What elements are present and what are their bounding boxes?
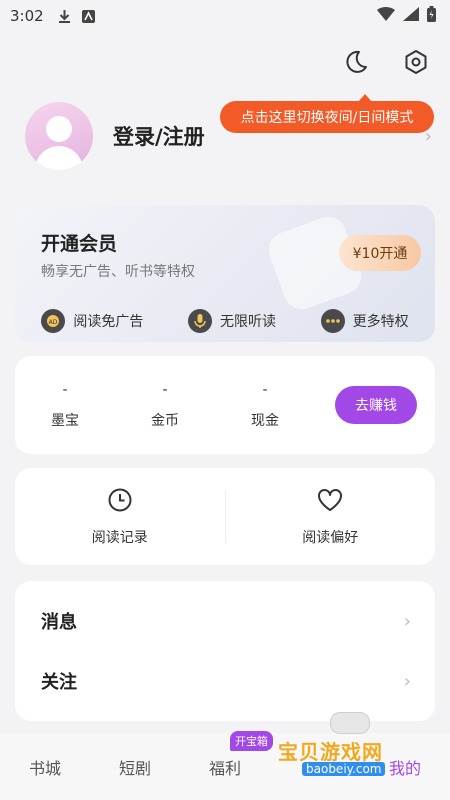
reading-card: 阅读记录 阅读偏好 [15,468,435,565]
reading-history-label: 阅读记录 [91,529,148,546]
treasure-box-badge[interactable]: 开宝箱 [230,731,273,751]
watermark-url: baobeiy.com [302,762,386,776]
menu-item-follow[interactable]: 关注 › [41,661,411,701]
more-dots-icon [320,309,345,333]
wallet-label: 墨宝 [51,413,79,429]
perk-unlimited-listen[interactable]: 无限听读 [187,309,276,333]
moon-icon [343,49,369,79]
tab-welfare[interactable]: 福利 [180,755,270,779]
menu-card: 消息 › 关注 › [15,581,435,721]
chevron-right-icon: › [403,670,411,692]
perk-more[interactable]: 更多特权 [320,309,409,333]
menu-item-messages[interactable]: 消息 › [41,601,411,641]
microphone-icon [187,309,212,333]
chevron-right-icon: › [403,610,411,632]
svg-text:AD: AD [49,319,58,326]
tab-bookstore[interactable]: 书城 [0,755,90,779]
login-register-link[interactable]: 登录/注册 [113,121,205,151]
wallet-card: - 墨宝 - 金币 - 现金 去赚钱 [15,356,435,454]
perk-label: 阅读免广告 [73,314,144,330]
wallet-coins[interactable]: - 金币 [135,382,195,430]
menu-label: 关注 [41,672,77,693]
heart-icon [316,487,344,517]
ad-free-icon: AD [41,309,66,333]
vip-subtitle: 畅享无广告、听书等特权 [41,264,195,280]
gear-icon [403,49,429,79]
menu-label: 消息 [41,612,77,633]
status-bar: 3:02 [0,0,450,32]
wallet-label: 金币 [151,413,179,429]
vip-perks: AD 阅读免广告 无限听读 更多特权 [15,301,435,341]
clock-icon [107,487,133,517]
download-icon [58,9,72,23]
earn-money-button[interactable]: 去赚钱 [335,386,417,424]
battery-icon [427,6,436,26]
wallet-value: - [162,382,168,398]
chevron-right-icon: › [424,125,432,147]
reading-preference-label: 阅读偏好 [302,529,359,546]
vip-title: 开通会员 [41,233,118,255]
top-actions [340,48,432,80]
avatar[interactable] [25,102,93,170]
reading-preference-button[interactable]: 阅读偏好 [226,468,436,565]
tab-short-drama[interactable]: 短剧 [90,755,180,779]
perk-label: 无限听读 [219,314,276,330]
vip-card[interactable]: 开通会员 畅享无广告、听书等特权 ¥10开通 AD 阅读免广告 无限听读 更多特… [15,205,435,342]
perk-ad-free[interactable]: AD 阅读免广告 [41,309,143,333]
settings-button[interactable] [400,48,432,80]
wallet-label: 现金 [251,413,279,429]
app-notification-icon [82,9,96,23]
perk-label: 更多特权 [352,314,409,330]
wallet-value: - [262,382,268,398]
wifi-icon [377,7,395,25]
wallet-value: - [62,382,68,398]
signal-icon [403,7,419,25]
status-time: 3:02 [10,7,44,25]
vip-open-button[interactable]: ¥10开通 [339,235,421,271]
profile-login-row[interactable]: 登录/注册 › [25,102,432,170]
night-mode-button[interactable] [340,48,372,80]
wallet-cash[interactable]: - 现金 [235,382,295,430]
gamepad-icon [330,712,370,734]
watermark-title: 宝贝游戏网 [278,740,383,764]
wallet-mobao[interactable]: - 墨宝 [35,382,95,430]
reading-history-button[interactable]: 阅读记录 [15,468,225,565]
watermark-logo: 宝贝游戏网 baobeiy.com [274,712,439,782]
